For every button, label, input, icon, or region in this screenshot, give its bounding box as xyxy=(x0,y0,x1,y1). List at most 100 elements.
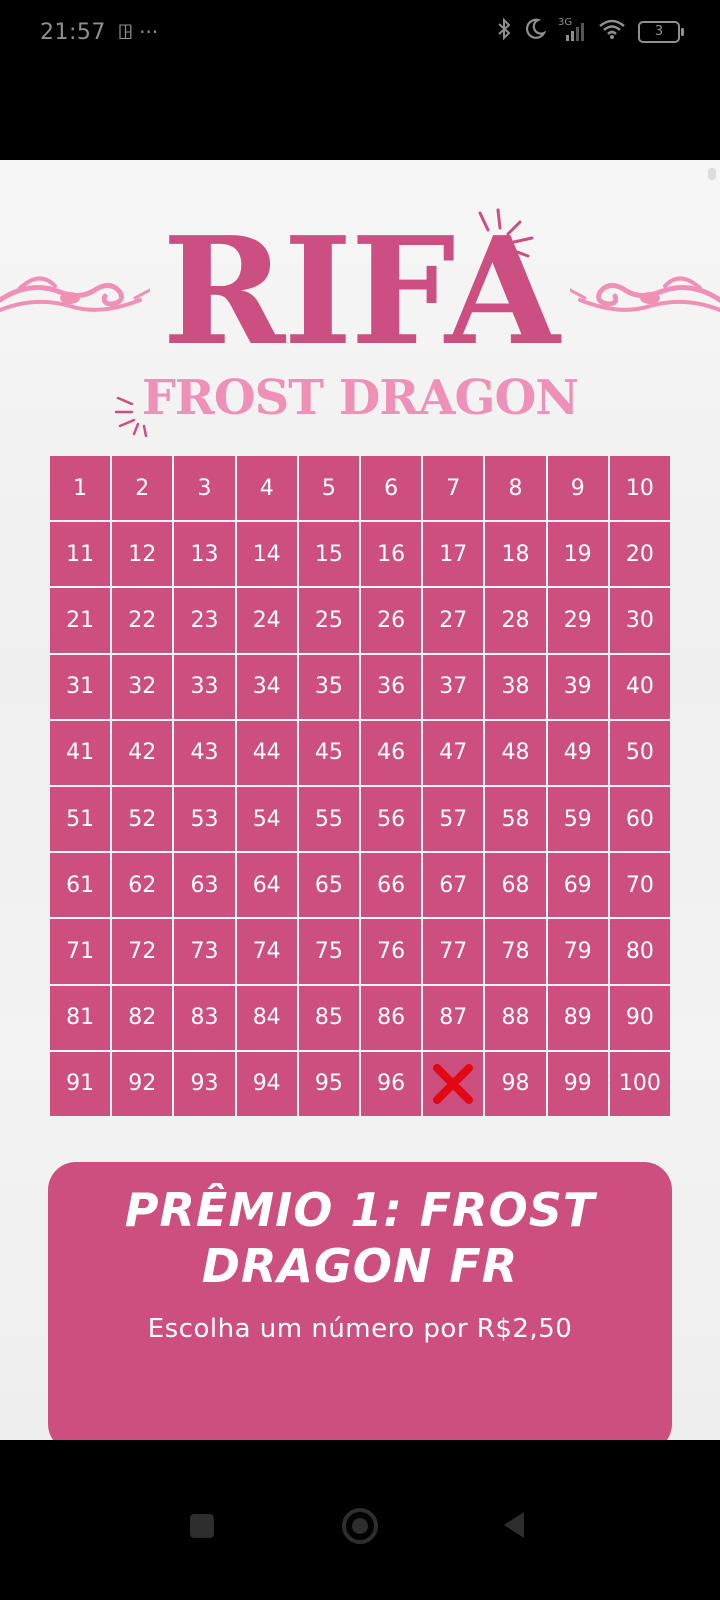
raffle-number-cell[interactable]: 11 xyxy=(50,522,111,587)
raffle-number-cell[interactable]: 4 xyxy=(236,456,297,521)
raffle-number-cell[interactable]: 16 xyxy=(361,522,422,587)
raffle-number-cell[interactable]: 85 xyxy=(298,985,359,1050)
raffle-number-cell[interactable]: 25 xyxy=(298,588,359,653)
raffle-number-cell-taken[interactable] xyxy=(423,1051,484,1116)
raffle-number-cell[interactable]: 9 xyxy=(547,456,608,521)
raffle-number-cell[interactable]: 36 xyxy=(361,654,422,719)
raffle-number-cell[interactable]: 8 xyxy=(485,456,546,521)
raffle-number-cell[interactable]: 3 xyxy=(174,456,235,521)
raffle-number-cell[interactable]: 55 xyxy=(298,786,359,852)
raffle-number-cell[interactable]: 20 xyxy=(609,522,670,587)
raffle-number-cell[interactable]: 7 xyxy=(423,456,484,521)
raffle-number-cell[interactable]: 37 xyxy=(423,654,484,719)
raffle-number-cell[interactable]: 32 xyxy=(112,654,173,719)
raffle-number-cell[interactable]: 94 xyxy=(236,1051,297,1116)
raffle-number-cell[interactable]: 95 xyxy=(298,1051,359,1116)
raffle-number-cell[interactable]: 56 xyxy=(361,786,422,852)
raffle-number-cell[interactable]: 63 xyxy=(174,853,235,918)
raffle-number-cell[interactable]: 71 xyxy=(50,919,111,984)
raffle-number-cell[interactable]: 53 xyxy=(174,786,235,852)
raffle-number-cell[interactable]: 75 xyxy=(298,919,359,984)
raffle-number-cell[interactable]: 66 xyxy=(361,853,422,918)
raffle-number-cell[interactable]: 1 xyxy=(50,456,111,521)
raffle-number-cell[interactable]: 76 xyxy=(361,919,422,984)
raffle-number-cell[interactable]: 34 xyxy=(236,654,297,719)
raffle-number-cell[interactable]: 81 xyxy=(50,985,111,1050)
raffle-number-cell[interactable]: 96 xyxy=(361,1051,422,1116)
raffle-number-cell[interactable]: 83 xyxy=(174,985,235,1050)
raffle-number-cell[interactable]: 62 xyxy=(112,853,173,918)
raffle-number-cell[interactable]: 13 xyxy=(174,522,235,587)
raffle-number-cell[interactable]: 29 xyxy=(547,588,608,653)
raffle-number-cell[interactable]: 31 xyxy=(50,654,111,719)
raffle-number-cell[interactable]: 57 xyxy=(423,786,484,852)
raffle-number-cell[interactable]: 43 xyxy=(174,720,235,785)
raffle-number-cell[interactable]: 92 xyxy=(112,1051,173,1116)
raffle-number-cell[interactable]: 77 xyxy=(423,919,484,984)
raffle-number-cell[interactable]: 52 xyxy=(112,786,173,852)
raffle-number-cell[interactable]: 86 xyxy=(361,985,422,1050)
raffle-number-cell[interactable]: 61 xyxy=(50,853,111,918)
raffle-number-cell[interactable]: 45 xyxy=(298,720,359,785)
raffle-number-cell[interactable]: 15 xyxy=(298,522,359,587)
raffle-number-cell[interactable]: 47 xyxy=(423,720,484,785)
raffle-number-cell[interactable]: 44 xyxy=(236,720,297,785)
raffle-number-cell[interactable]: 93 xyxy=(174,1051,235,1116)
raffle-number-cell[interactable]: 21 xyxy=(50,588,111,653)
raffle-number-cell[interactable]: 59 xyxy=(547,786,608,852)
raffle-number-cell[interactable]: 33 xyxy=(174,654,235,719)
raffle-number-cell[interactable]: 49 xyxy=(547,720,608,785)
raffle-number-cell[interactable]: 14 xyxy=(236,522,297,587)
raffle-number-cell[interactable]: 50 xyxy=(609,720,670,785)
raffle-number-cell[interactable]: 35 xyxy=(298,654,359,719)
raffle-number-cell[interactable]: 18 xyxy=(485,522,546,587)
raffle-number-cell[interactable]: 5 xyxy=(298,456,359,521)
raffle-number-cell[interactable]: 51 xyxy=(50,786,111,852)
raffle-number-cell[interactable]: 80 xyxy=(609,919,670,984)
raffle-number-cell[interactable]: 90 xyxy=(609,985,670,1050)
raffle-number-cell[interactable]: 58 xyxy=(485,786,546,852)
raffle-number-cell[interactable]: 39 xyxy=(547,654,608,719)
raffle-number-cell[interactable]: 78 xyxy=(485,919,546,984)
raffle-number-cell[interactable]: 89 xyxy=(547,985,608,1050)
raffle-number-cell[interactable]: 6 xyxy=(361,456,422,521)
raffle-number-cell[interactable]: 84 xyxy=(236,985,297,1050)
raffle-number-cell[interactable]: 67 xyxy=(423,853,484,918)
back-triangle-icon[interactable] xyxy=(502,1510,526,1540)
raffle-number-cell[interactable]: 40 xyxy=(609,654,670,719)
raffle-number-cell[interactable]: 23 xyxy=(174,588,235,653)
raffle-number-cell[interactable]: 38 xyxy=(485,654,546,719)
raffle-number-cell[interactable]: 12 xyxy=(112,522,173,587)
raffle-number-cell[interactable]: 17 xyxy=(423,522,484,587)
raffle-number-cell[interactable]: 42 xyxy=(112,720,173,785)
recents-square-icon[interactable] xyxy=(190,1514,214,1538)
raffle-number-cell[interactable]: 19 xyxy=(547,522,608,587)
raffle-number-cell[interactable]: 68 xyxy=(485,853,546,918)
home-circle-icon[interactable] xyxy=(342,1508,378,1544)
raffle-number-cell[interactable]: 30 xyxy=(609,588,670,653)
raffle-number-cell[interactable]: 99 xyxy=(547,1051,608,1116)
raffle-number-cell[interactable]: 72 xyxy=(112,919,173,984)
raffle-number-cell[interactable]: 24 xyxy=(236,588,297,653)
raffle-number-cell[interactable]: 79 xyxy=(547,919,608,984)
raffle-number-cell[interactable]: 73 xyxy=(174,919,235,984)
raffle-number-cell[interactable]: 48 xyxy=(485,720,546,785)
raffle-number-cell[interactable]: 2 xyxy=(112,456,173,521)
raffle-number-cell[interactable]: 65 xyxy=(298,853,359,918)
raffle-number-cell[interactable]: 64 xyxy=(236,853,297,918)
raffle-number-cell[interactable]: 91 xyxy=(50,1051,111,1116)
raffle-number-cell[interactable]: 27 xyxy=(423,588,484,653)
raffle-number-cell[interactable]: 74 xyxy=(236,919,297,984)
raffle-number-cell[interactable]: 70 xyxy=(609,853,670,918)
raffle-number-cell[interactable]: 100 xyxy=(609,1051,670,1116)
raffle-number-cell[interactable]: 60 xyxy=(609,786,670,852)
raffle-number-cell[interactable]: 28 xyxy=(485,588,546,653)
raffle-number-cell[interactable]: 46 xyxy=(361,720,422,785)
raffle-number-cell[interactable]: 88 xyxy=(485,985,546,1050)
raffle-number-cell[interactable]: 10 xyxy=(609,456,670,521)
raffle-number-cell[interactable]: 22 xyxy=(112,588,173,653)
raffle-number-cell[interactable]: 87 xyxy=(423,985,484,1050)
raffle-number-cell[interactable]: 41 xyxy=(50,720,111,785)
raffle-number-cell[interactable]: 26 xyxy=(361,588,422,653)
raffle-number-cell[interactable]: 54 xyxy=(236,786,297,852)
